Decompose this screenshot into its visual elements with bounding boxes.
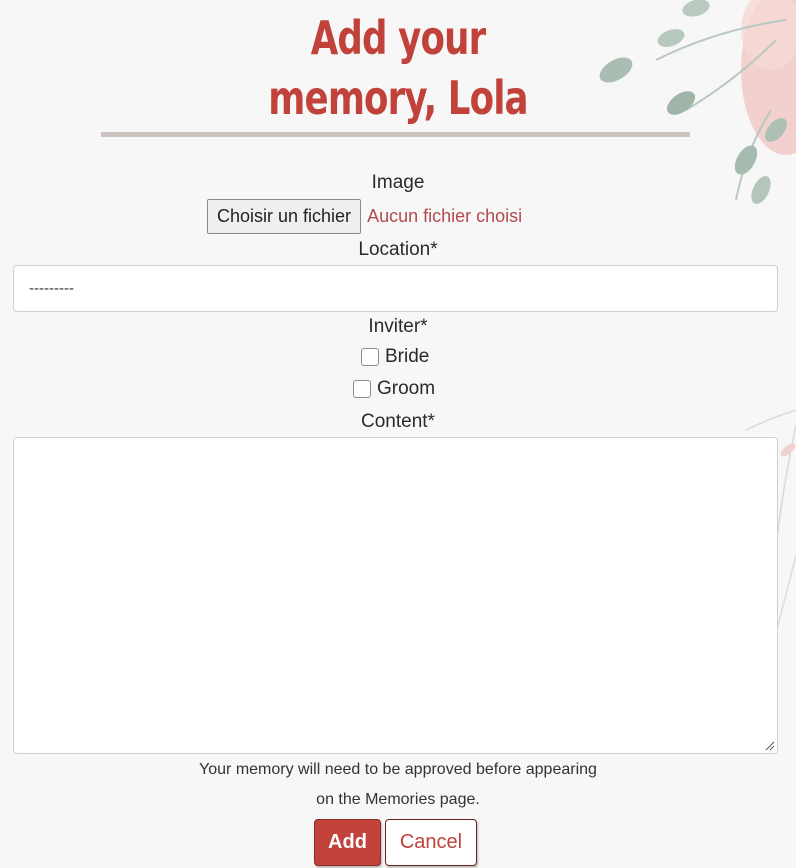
content-label: Content* [361,411,435,432]
image-label: Image [371,172,425,193]
bride-checkbox[interactable] [361,348,379,366]
approval-note-line2: on the Memories page. [316,791,480,808]
page-title-line1: Add your [310,11,486,65]
page-title: Add your memory, Lola [56,8,741,128]
resize-grip-icon[interactable] [765,741,775,751]
approval-note-line1: Your memory will need to be approved bef… [199,761,597,778]
inviter-option-bride[interactable]: Bride [361,346,429,368]
location-select[interactable]: --------- [13,265,778,312]
page-title-line2: memory, Lola [268,71,528,125]
location-selected-value: --------- [29,280,74,297]
groom-checkbox[interactable] [353,380,371,398]
inviter-option-groom[interactable]: Groom [353,378,435,400]
add-button[interactable]: Add [314,819,381,866]
title-underline [101,132,690,137]
image-file-input[interactable]: Choisir un fichier Aucun fichier choisi [207,198,522,235]
bride-label: Bride [385,346,430,367]
file-status-text: Aucun fichier choisi [367,206,523,226]
groom-label: Groom [377,378,436,399]
cancel-button[interactable]: Cancel [385,819,477,866]
inviter-label: Inviter* [368,316,428,337]
content-textarea[interactable] [13,437,778,754]
location-label: Location* [358,239,438,260]
choose-file-button[interactable]: Choisir un fichier [207,199,362,234]
